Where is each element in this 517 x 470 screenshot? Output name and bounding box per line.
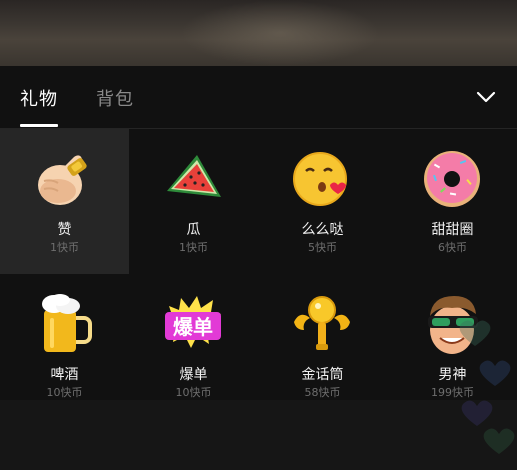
tab-gifts[interactable]: 礼物 bbox=[20, 85, 58, 111]
floating-hearts-decoration bbox=[455, 306, 517, 466]
thumbs-up-icon bbox=[32, 147, 96, 211]
gift-item-beer[interactable]: 啤酒 10快币 bbox=[0, 274, 129, 419]
gift-item-kiss[interactable]: 么么哒 5快币 bbox=[258, 129, 387, 274]
chevron-down-icon[interactable] bbox=[474, 86, 498, 108]
gift-price: 6快币 bbox=[438, 241, 467, 254]
bao-dan-text: 爆单 bbox=[173, 315, 213, 339]
tab-backpack[interactable]: 背包 bbox=[96, 85, 134, 111]
bao-dan-badge-icon: 爆单 bbox=[161, 292, 225, 356]
watermelon-icon bbox=[161, 147, 225, 211]
gift-tabs-bar: 礼物 背包 bbox=[0, 66, 517, 129]
gift-item-zan[interactable]: 赞 1快币 bbox=[0, 129, 129, 274]
donut-icon bbox=[420, 147, 484, 211]
gift-name: 爆单 bbox=[179, 367, 208, 383]
gift-item-golden-mic[interactable]: 金话筒 58快币 bbox=[258, 274, 387, 419]
active-tab-indicator bbox=[20, 124, 58, 127]
beer-icon bbox=[32, 292, 96, 356]
gift-name: 金话筒 bbox=[301, 367, 344, 383]
gift-name: 甜甜圈 bbox=[431, 222, 474, 238]
live-video-background bbox=[0, 0, 517, 66]
gift-price: 10快币 bbox=[175, 386, 212, 399]
gift-item-donut[interactable]: 甜甜圈 6快币 bbox=[388, 129, 517, 274]
gift-name: 瓜 bbox=[186, 222, 201, 238]
gift-price: 58快币 bbox=[304, 386, 341, 399]
gift-name: 赞 bbox=[57, 222, 72, 238]
gift-price: 5快币 bbox=[308, 241, 337, 254]
gift-name: 啤酒 bbox=[50, 367, 79, 383]
gift-name: 么么哒 bbox=[301, 222, 344, 238]
gift-price: 1快币 bbox=[50, 241, 79, 254]
gift-item-gua[interactable]: 瓜 1快币 bbox=[129, 129, 258, 274]
gift-panel: 礼物 背包 赞 1快币 瓜 1快币 么么哒 5快币 甜甜圈 6快币 啤酒 10快… bbox=[0, 66, 517, 454]
gift-item-baodan[interactable]: 爆单 爆单 10快币 bbox=[129, 274, 258, 419]
gift-price: 1快币 bbox=[179, 241, 208, 254]
gift-price: 10快币 bbox=[46, 386, 83, 399]
kiss-emoji-icon bbox=[290, 147, 354, 211]
video-glow bbox=[180, 0, 380, 66]
golden-microphone-icon bbox=[290, 292, 354, 356]
